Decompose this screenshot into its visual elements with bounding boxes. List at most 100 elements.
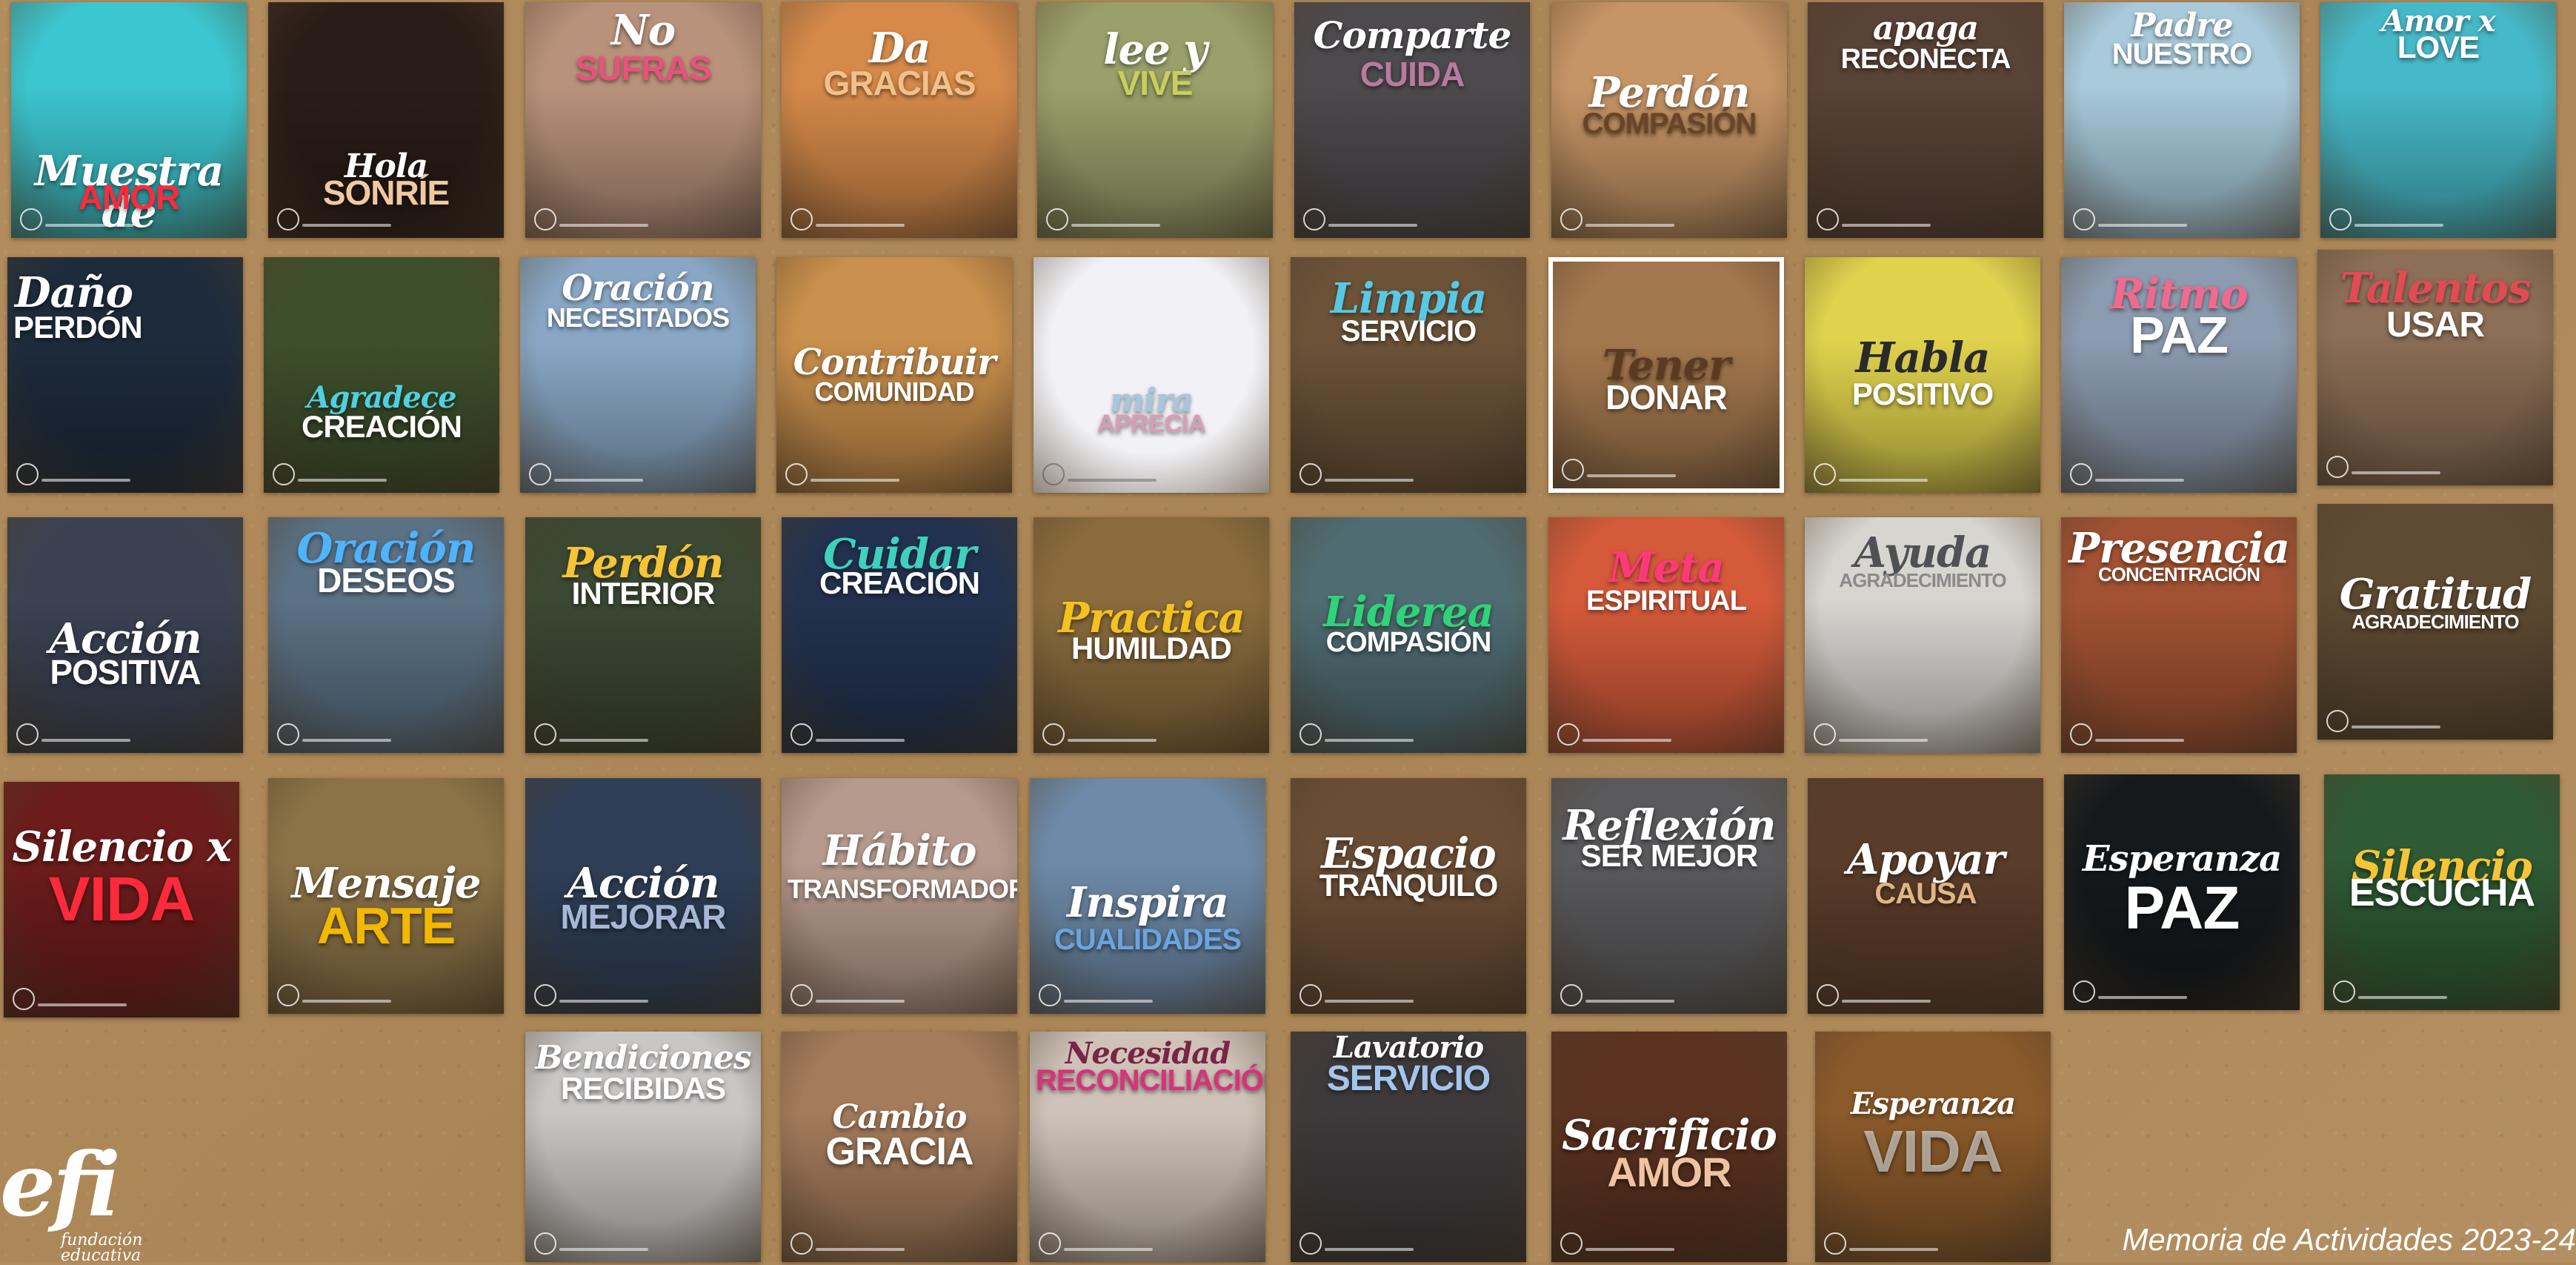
tile-script-text: Silencio x (12, 823, 232, 871)
tile[interactable]: Meta ESPIRITUAL (1548, 517, 1784, 753)
tile[interactable]: mira APRECIA (1034, 257, 1269, 493)
tile-block-text: AGRADECIMIENTO (2352, 611, 2519, 633)
tile[interactable]: Inspira CUALIDADES (1030, 778, 1265, 1014)
tile-block-text: POSITIVA (50, 653, 201, 691)
tile[interactable]: Acción MEJORAR (525, 778, 761, 1014)
tile[interactable]: lee y VIVE (1037, 2, 1273, 238)
tile[interactable]: Daño PERDÓN (7, 257, 243, 493)
tile[interactable]: Agradece CREACIÓN (264, 257, 499, 493)
foundation-logo-icon (1299, 463, 1322, 485)
tile[interactable]: Amor x LOVE (2320, 2, 2556, 238)
tile[interactable]: Gratitud AGRADECIMIENTO (2317, 504, 2553, 740)
tile-script-text: Habla (1855, 333, 1991, 382)
tile[interactable]: Esperanza PAZ (2064, 774, 2300, 1010)
tile-script-text: Apoyar (1846, 835, 2005, 884)
tile[interactable]: No SUFRAS (525, 2, 761, 238)
tile-block-text: ESCUCHA (2349, 871, 2535, 914)
tile-block-text: SERVICIO (1340, 315, 1477, 348)
tile-script-text: Gratitud (2339, 570, 2532, 619)
tile[interactable]: Silencio ESCUCHA (2324, 774, 2560, 1010)
tile[interactable]: Habla POSITIVO (1805, 257, 2040, 493)
tile[interactable]: Apoyar CAUSA (1808, 778, 2043, 1014)
tile[interactable]: Da GRACIAS (782, 2, 1017, 238)
tile[interactable]: Cambio GRACIA (782, 1032, 1017, 1262)
foundation-logo-icon (791, 984, 813, 1006)
tile[interactable]: Perdón INTERIOR (525, 517, 761, 753)
tile-bg (1034, 257, 1269, 493)
foundation-logo-icon (534, 984, 556, 1006)
tile-script-text: Cambio (832, 1098, 968, 1136)
tile[interactable]: Limpia SERVICIO (1291, 257, 1526, 493)
tile[interactable]: Ritmo PAZ (2061, 257, 2297, 493)
foundation-logo-icon (1039, 984, 1061, 1006)
tile-script-text: Contribuir (793, 342, 996, 383)
tile-script-text: Agradece (307, 380, 456, 415)
tile[interactable]: Presencia CONCENTRACIÓN (2061, 517, 2297, 753)
tile-block-text: USAR (2386, 305, 2485, 345)
tile-block-text: GRACIAS (823, 64, 976, 102)
tile-block-text: CREACIÓN (301, 409, 462, 444)
tile-block-text: LOVE (2397, 30, 2480, 64)
tile-block-text: CONCENTRACIÓN (2097, 563, 2260, 585)
tile-script-text: Lavatorio (1333, 1032, 1484, 1065)
tile-block-text: ARTE (316, 897, 456, 954)
tile-block-text: VIDA (1863, 1118, 2003, 1184)
foundation-logo-icon (534, 1232, 556, 1255)
tile-block-text: NECESITADOS (546, 302, 730, 333)
logo-mark: efi (0, 1133, 121, 1236)
tile[interactable]: Necesidad RECONCILIACIÓN (1030, 1032, 1265, 1262)
tile-block-text: SONRÍE (322, 173, 450, 212)
tile[interactable]: Padre NUESTRO (2064, 2, 2300, 238)
tile[interactable]: Liderea COMPASIÓN (1291, 517, 1526, 753)
tile-block-text: CREACIÓN (819, 565, 980, 600)
tile[interactable]: Perdón COMPASIÓN (1551, 2, 1787, 238)
tile[interactable]: Lavatorio SERVICIO (1291, 1032, 1526, 1262)
foundation-logo-icon (791, 208, 813, 230)
tile-block-text: SER MEJOR (1580, 838, 1758, 873)
tile[interactable]: Hola SONRÍE (268, 2, 504, 238)
foundation-logo-icon (534, 208, 556, 230)
tile[interactable]: Comparte CUIDA (1294, 2, 1530, 238)
foundation-logo-icon (1046, 208, 1068, 230)
foundation-logo-icon (1299, 1232, 1322, 1255)
tile[interactable]: Talentos USAR (2317, 250, 2553, 485)
tile-block-text: SERVICIO (1326, 1059, 1491, 1098)
tile[interactable]: Silencio x VIDA (4, 782, 239, 1017)
tile[interactable]: Contribuir COMUNIDAD (776, 257, 1012, 493)
tile-block-text: TRANQUILO (1319, 868, 1499, 903)
tile[interactable]: Acción POSITIVA (7, 517, 243, 753)
tile[interactable]: Oración NECESITADOS (520, 257, 756, 493)
foundation-logo-icon (1817, 208, 1839, 230)
tile[interactable]: Esperanza VIDA (1815, 1032, 2051, 1262)
tile[interactable]: Muestra de AMOR (11, 2, 247, 238)
foundation-logo-icon (2326, 456, 2349, 478)
tile[interactable]: Reflexión SER MEJOR (1551, 778, 1787, 1014)
foundation-logo-icon (1303, 208, 1325, 230)
tile[interactable]: Tener DONAR (1548, 257, 1784, 493)
tile[interactable]: Cuidar CREACIÓN (782, 517, 1017, 753)
tile[interactable]: Mensaje ARTE (268, 778, 504, 1014)
tile-block-text: VIVE (1117, 64, 1194, 102)
tile-block-text: PERDÓN (13, 310, 143, 345)
tile[interactable]: Hábito TRANSFORMADOR (782, 778, 1017, 1014)
foundation-logo-icon (1042, 463, 1065, 485)
tile[interactable]: Sacrificio AMOR (1551, 1032, 1787, 1262)
tile[interactable]: apaga RECONECTA (1808, 2, 2043, 238)
tile-script-text: Hábito (822, 826, 977, 875)
tile-block-text: SUFRAS (575, 49, 711, 87)
tile-block-text: NUESTRO (2111, 38, 2253, 70)
tile[interactable]: Espacio TRANQUILO (1291, 778, 1526, 1014)
foundation-logo-icon (1814, 463, 1836, 485)
tile-block-text: AMOR (1607, 1149, 1731, 1195)
tile[interactable]: Bendiciones RECIBIDAS (525, 1032, 761, 1262)
tile-script-text: Comparte (1313, 13, 1512, 57)
foundation-logo-icon (2326, 710, 2349, 732)
tile-block-text: INTERIOR (571, 576, 716, 611)
foundation-logo-icon (1557, 723, 1580, 746)
foundation-logo-icon (16, 723, 39, 746)
tile-block-text: RECONCILIACIÓN (1036, 1064, 1265, 1097)
tile[interactable]: Practica HUMILDAD (1034, 517, 1269, 753)
foundation-logo-icon (1299, 984, 1322, 1006)
tile[interactable]: Oración DESEOS (268, 517, 504, 753)
tile[interactable]: Ayuda AGRADECIMIENTO (1805, 517, 2040, 753)
